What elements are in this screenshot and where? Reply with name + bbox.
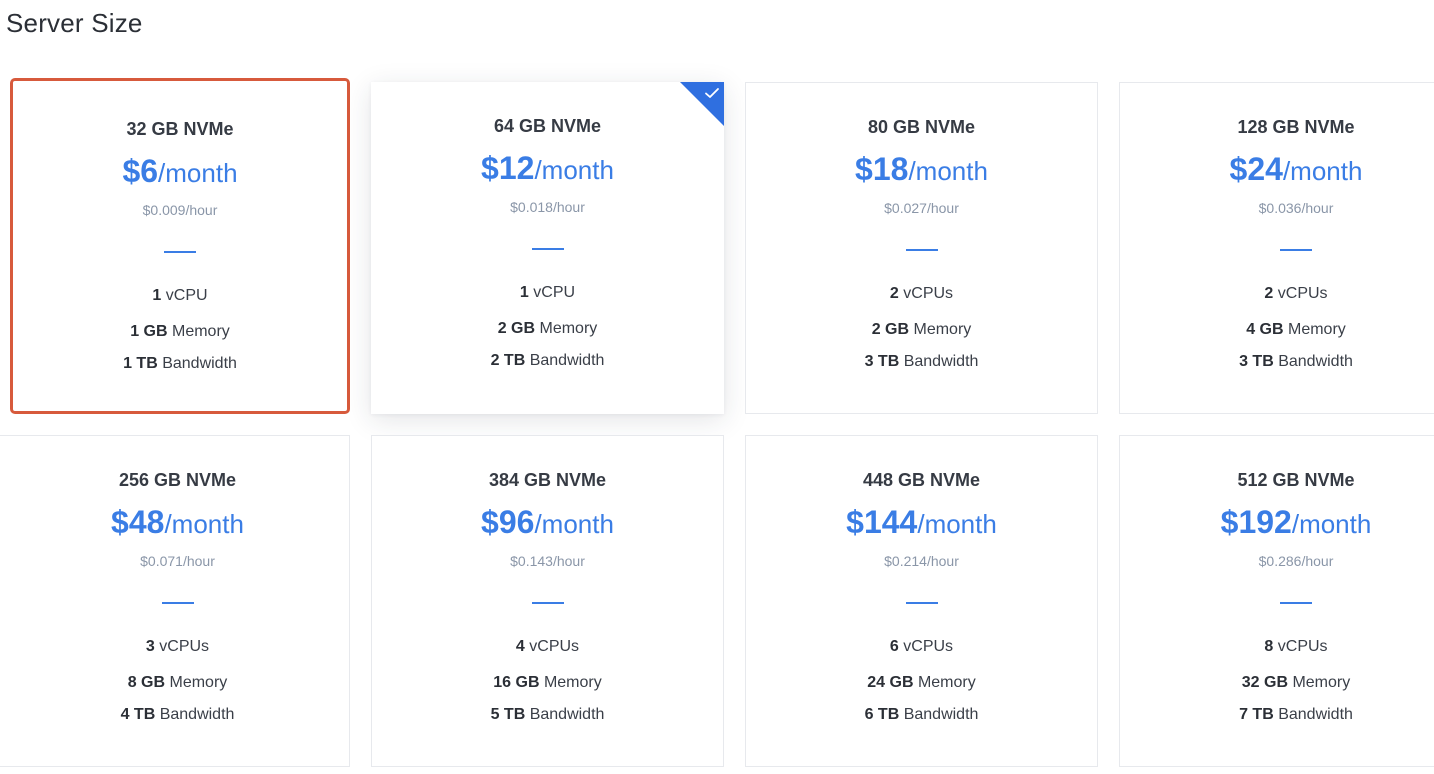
plan-memory: 4 GB Memory — [1246, 321, 1346, 338]
plan-card-64gb[interactable]: 64 GB NVMe $12/month $0.018/hour 1 vCPU … — [371, 82, 724, 414]
plan-card-448gb[interactable]: 448 GB NVMe $144/month $0.214/hour 6 vCP… — [745, 435, 1098, 767]
plan-memory: 8 GB Memory — [127, 674, 228, 691]
plan-card-128gb[interactable]: 128 GB NVMe $24/month $0.036/hour 2 vCPU… — [1119, 82, 1434, 414]
plan-card-256gb[interactable]: 256 GB NVMe $48/month $0.071/hour 3 vCPU… — [0, 435, 350, 767]
plan-price: $18/month — [746, 151, 1097, 188]
plan-price-period: /month — [534, 509, 614, 539]
plan-grid: 32 GB NVMe $6/month $0.009/hour 1 vCPU 1… — [0, 0, 1434, 774]
plan-price: $144/month — [746, 504, 1097, 541]
plan-memory: 16 GB Memory — [493, 674, 602, 691]
plan-price-amount: $24 — [1229, 151, 1283, 187]
plan-cpu: 1 vCPU — [519, 284, 576, 301]
plan-storage: 128 GB NVMe — [1237, 117, 1355, 137]
plan-price-period: /month — [1291, 509, 1372, 539]
plan-divider — [905, 249, 938, 251]
plan-memory: 2 GB Memory — [871, 321, 972, 338]
plan-memory: 2 GB Memory — [497, 320, 598, 337]
plan-storage: 64 GB NVMe — [493, 116, 602, 136]
plan-divider — [905, 602, 938, 604]
plan-storage: 32 GB NVMe — [126, 119, 234, 139]
plan-cpu: 4 vCPUs — [515, 638, 580, 655]
plan-hourly-price: $0.036/hour — [1258, 200, 1334, 216]
plan-bandwidth: 3 TB Bandwidth — [1239, 353, 1353, 370]
plan-price-amount: $192 — [1220, 504, 1292, 540]
plan-price: $48/month — [0, 504, 355, 541]
plan-divider — [161, 602, 194, 604]
server-size-page: Server Size 32 GB NVMe $6/month $0.009/h… — [0, 0, 1434, 774]
plan-price-amount: $48 — [111, 504, 165, 540]
plan-price-period: /month — [917, 509, 997, 539]
plan-bandwidth: 2 TB Bandwidth — [490, 352, 605, 369]
plan-price-period: /month — [534, 155, 614, 185]
plan-card-512gb[interactable]: 512 GB NVMe $192/month $0.286/hour 8 vCP… — [1119, 435, 1434, 767]
plan-cpu: 6 vCPUs — [889, 638, 954, 655]
plan-storage: 80 GB NVMe — [867, 117, 976, 137]
plan-card-32gb[interactable]: 32 GB NVMe $6/month $0.009/hour 1 vCPU 1… — [10, 78, 350, 414]
plan-bandwidth: 6 TB Bandwidth — [864, 706, 979, 723]
plan-cpu: 1 vCPU — [152, 287, 208, 304]
plan-price-amount: $96 — [481, 504, 535, 540]
plan-cpu: 2 vCPUs — [1264, 285, 1328, 302]
plan-price-amount: $6 — [122, 153, 159, 189]
plan-storage: 448 GB NVMe — [862, 470, 981, 490]
plan-divider — [1280, 602, 1312, 604]
plan-hourly-price: $0.286/hour — [1258, 553, 1334, 569]
plan-cpu: 3 vCPUs — [145, 638, 210, 655]
plan-storage: 256 GB NVMe — [118, 470, 237, 490]
plan-bandwidth: 3 TB Bandwidth — [864, 353, 979, 370]
plan-card-384gb[interactable]: 384 GB NVMe $96/month $0.143/hour 4 vCPU… — [371, 435, 724, 767]
plan-price: $6/month — [13, 153, 347, 190]
plan-price-amount: $12 — [481, 150, 535, 186]
checkmark-icon — [705, 88, 719, 98]
plan-bandwidth: 1 TB Bandwidth — [123, 355, 237, 372]
plan-bandwidth: 7 TB Bandwidth — [1239, 706, 1353, 723]
plan-memory: 1 GB Memory — [130, 323, 230, 340]
plan-divider — [531, 602, 564, 604]
plan-hourly-price: $0.018/hour — [510, 199, 585, 215]
plan-storage: 384 GB NVMe — [488, 470, 607, 490]
plan-price-amount: $18 — [855, 151, 909, 187]
plan-price-period: /month — [1282, 156, 1363, 186]
plan-memory: 32 GB Memory — [1241, 674, 1351, 691]
plan-hourly-price: $0.027/hour — [884, 200, 959, 216]
plan-price-period: /month — [908, 156, 988, 186]
plan-price-amount: $144 — [846, 504, 918, 540]
plan-card-80gb[interactable]: 80 GB NVMe $18/month $0.027/hour 2 vCPUs… — [745, 82, 1098, 414]
plan-price: $12/month — [371, 150, 724, 187]
plan-price: $192/month — [1120, 504, 1434, 541]
plan-cpu: 2 vCPUs — [889, 285, 954, 302]
plan-hourly-price: $0.214/hour — [884, 553, 959, 569]
plan-divider — [1280, 249, 1312, 251]
plan-bandwidth: 5 TB Bandwidth — [490, 706, 605, 723]
plan-bandwidth: 4 TB Bandwidth — [120, 706, 235, 723]
plan-cpu: 8 vCPUs — [1264, 638, 1328, 655]
plan-price-period: /month — [158, 158, 238, 188]
plan-hourly-price: $0.009/hour — [142, 202, 218, 218]
plan-memory: 24 GB Memory — [867, 674, 976, 691]
plan-price: $96/month — [372, 504, 723, 541]
plan-divider — [164, 251, 196, 253]
plan-price: $24/month — [1120, 151, 1434, 188]
plan-price-period: /month — [164, 509, 244, 539]
plan-storage: 512 GB NVMe — [1237, 470, 1355, 490]
plan-hourly-price: $0.071/hour — [140, 553, 215, 569]
plan-divider — [531, 248, 564, 250]
plan-hourly-price: $0.143/hour — [510, 553, 585, 569]
